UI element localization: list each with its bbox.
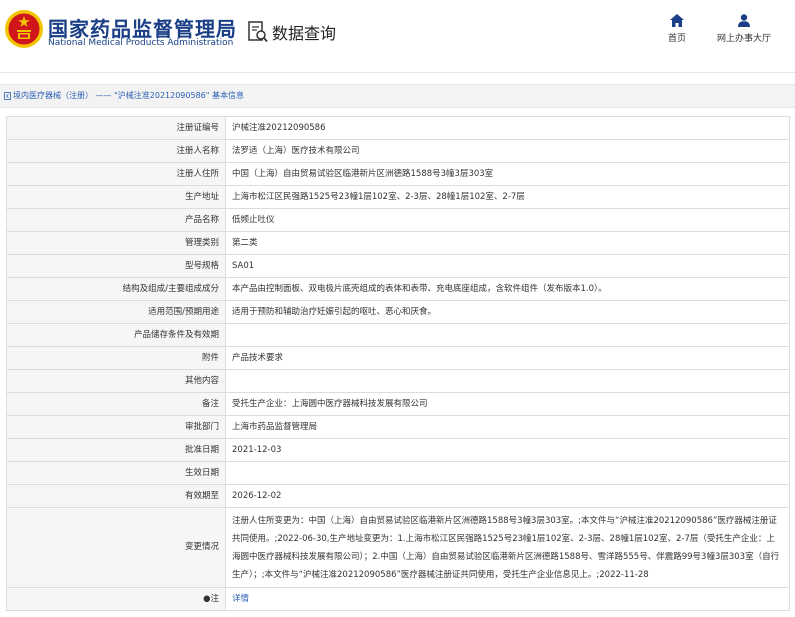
table-row: 批准日期 2021-12-03 (6, 438, 790, 462)
table-row: 其他内容 (6, 369, 790, 393)
table-row: 生产地址 上海市松江区民强路1525号23幢1层102室、2-3层、28幢1层1… (6, 185, 790, 209)
nav-home[interactable]: 首页 (660, 14, 694, 44)
row-value: 沪械注准20212090586 (225, 116, 790, 140)
registration-detail-table: 注册证编号 沪械注准20212090586 注册人名称 法罗适（上海）医疗技术有… (6, 116, 790, 611)
breadcrumb-category[interactable]: 境内医疗器械（注册） (13, 90, 93, 101)
table-row: 结构及组成/主要组成成分 本产品由控制面板、双电极片底壳组成的表体和表带、充电底… (6, 277, 790, 301)
row-label: 适用范围/预期用途 (6, 300, 226, 324)
table-row: 生效日期 (6, 461, 790, 485)
row-label: 附件 (6, 346, 226, 370)
query-title-text: 数据查询 (272, 24, 337, 43)
row-label: 注册人名称 (6, 139, 226, 163)
table-row: 产品名称 低频止吐仪 (6, 208, 790, 232)
row-value: 法罗适（上海）医疗技术有限公司 (225, 139, 790, 163)
row-value: 注册人住所变更为：中国（上海）自由贸易试验区临港新片区洲德路1588号3幢3层3… (225, 507, 790, 588)
row-value: 2021-12-03 (225, 438, 790, 462)
user-icon (738, 14, 750, 27)
row-value: 产品技术要求 (225, 346, 790, 370)
note-label: ●注 (6, 587, 226, 611)
row-value: 中国（上海）自由贸易试验区临港新片区洲德路1588号3幢3层303室 (225, 162, 790, 186)
table-row: 适用范围/预期用途 适用于预防和辅助治疗妊娠引起的呕吐、恶心和厌食。 (6, 300, 790, 324)
back-arrow-icon[interactable] (4, 91, 11, 100)
table-row: 变更情况 注册人住所变更为：中国（上海）自由贸易试验区临港新片区洲德路1588号… (6, 507, 790, 588)
nav-service-hall[interactable]: 网上办事大厅 (711, 14, 777, 44)
row-label: 注册证编号 (6, 116, 226, 140)
row-label: 管理类别 (6, 231, 226, 255)
table-row: 审批部门 上海市药品监督管理局 (6, 415, 790, 439)
table-row: 注册人住所 中国（上海）自由贸易试验区临港新片区洲德路1588号3幢3层303室 (6, 162, 790, 186)
row-label: 变更情况 (6, 507, 226, 588)
row-value: 本产品由控制面板、双电极片底壳组成的表体和表带、充电底座组成，含软件组件（发布版… (225, 277, 790, 301)
row-value (225, 369, 790, 393)
row-label: 产品储存条件及有效期 (6, 323, 226, 347)
row-label: 型号规格 (6, 254, 226, 278)
row-value (225, 461, 790, 485)
table-row: 注册人名称 法罗适（上海）医疗技术有限公司 (6, 139, 790, 163)
table-row: 附件 产品技术要求 (6, 346, 790, 370)
document-search-icon (248, 21, 268, 43)
national-emblem (5, 10, 43, 48)
table-row: ●注 详情 (6, 587, 790, 611)
row-value: 低频止吐仪 (225, 208, 790, 232)
row-value: 2026-12-02 (225, 484, 790, 508)
row-value: 上海市药品监督管理局 (225, 415, 790, 439)
row-value: SA01 (225, 254, 790, 278)
table-row: 产品储存条件及有效期 (6, 323, 790, 347)
row-label: 产品名称 (6, 208, 226, 232)
breadcrumb-record: "沪械注准20212090586" (114, 91, 210, 100)
row-label: 注册人住所 (6, 162, 226, 186)
breadcrumb-separator: —— (95, 91, 112, 100)
site-subtitle: National Medical Products Administration (48, 38, 234, 48)
table-row: 型号规格 SA01 (6, 254, 790, 278)
table-row: 注册证编号 沪械注准20212090586 (6, 116, 790, 140)
row-label: 有效期至 (6, 484, 226, 508)
table-row: 备注 受托生产企业：上海圆中医疗器械科技发展有限公司 (6, 392, 790, 416)
row-label: 结构及组成/主要组成成分 (6, 277, 226, 301)
site-header: 国家药品监督管理局 National Medical Products Admi… (0, 0, 795, 66)
row-value: 上海市松江区民强路1525号23幢1层102室、2-3层、28幢1层102室、2… (225, 185, 790, 209)
nav-service-hall-label: 网上办事大厅 (716, 34, 771, 44)
row-value: 受托生产企业：上海圆中医疗器械科技发展有限公司 (225, 392, 790, 416)
table-row: 管理类别 第二类 (6, 231, 790, 255)
row-value (225, 323, 790, 347)
details-link[interactable]: 详情 (232, 594, 249, 604)
row-label: 生效日期 (6, 461, 226, 485)
row-label: 备注 (6, 392, 226, 416)
row-label: 生产地址 (6, 185, 226, 209)
row-value: 第二类 (225, 231, 790, 255)
breadcrumb-page: 基本信息 (212, 91, 244, 100)
table-row: 有效期至 2026-12-02 (6, 484, 790, 508)
home-icon (670, 14, 684, 27)
nav-home-label: 首页 (667, 34, 686, 44)
row-label: 批准日期 (6, 438, 226, 462)
data-query-title: 数据查询 (248, 20, 336, 44)
header-divider (0, 72, 795, 73)
row-value: 适用于预防和辅助治疗妊娠引起的呕吐、恶心和厌食。 (225, 300, 790, 324)
row-label: 审批部门 (6, 415, 226, 439)
breadcrumb: 境内医疗器械（注册） —— "沪械注准20212090586" 基本信息 (0, 84, 795, 108)
row-label: 其他内容 (6, 369, 226, 393)
